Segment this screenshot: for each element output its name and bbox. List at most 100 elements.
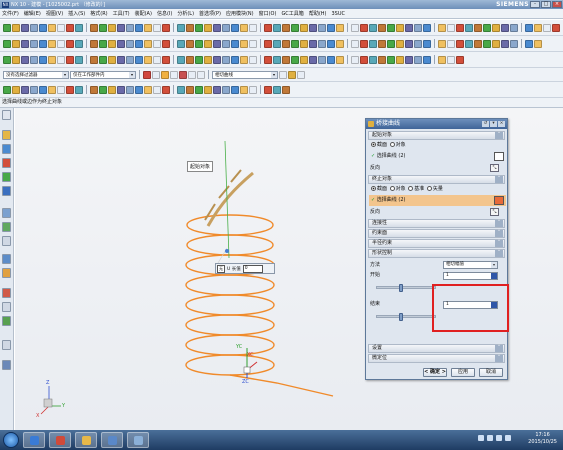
toolbar-command-icon[interactable]	[117, 39, 125, 48]
menu-information[interactable]: 信息(I)	[157, 10, 172, 17]
menu-tools[interactable]: 工具(T)	[113, 10, 130, 17]
toolbar-command-icon[interactable]	[273, 23, 281, 32]
toolbar-command-icon[interactable]	[351, 23, 359, 32]
toolbar-command-icon[interactable]	[222, 55, 230, 64]
deselect-icon[interactable]	[152, 70, 160, 79]
constraint-navigator-icon[interactable]	[2, 158, 11, 168]
reverse-direction-icon[interactable]: ⤡	[490, 164, 499, 172]
toolbar-command-icon[interactable]	[309, 55, 317, 64]
minimize-button[interactable]: -	[530, 1, 540, 8]
taskbar-app-2[interactable]	[49, 432, 71, 448]
toolbar-command-icon[interactable]	[153, 55, 161, 64]
web-browser-icon[interactable]	[2, 186, 11, 196]
end-magnitude-slider[interactable]	[376, 315, 436, 318]
toolbar-command-icon[interactable]	[264, 55, 272, 64]
toolbar-command-icon[interactable]	[3, 85, 11, 94]
toolbar-command-icon[interactable]	[186, 55, 194, 64]
history-icon[interactable]	[2, 208, 11, 218]
scope-filter-dropdown[interactable]: 仅在工作部件内 ▾	[70, 70, 136, 79]
toolbar-command-icon[interactable]	[387, 55, 395, 64]
maximize-button[interactable]: □	[541, 1, 551, 8]
toolbar-command-icon[interactable]	[162, 39, 170, 48]
end-vector-radio[interactable]	[426, 186, 432, 191]
toolbar-command-icon[interactable]	[162, 23, 170, 32]
toolbar-command-icon[interactable]	[447, 39, 455, 48]
toolbar-command-icon[interactable]	[3, 39, 11, 48]
toolbar-command-icon[interactable]	[39, 55, 47, 64]
toolbar-command-icon[interactable]	[249, 39, 257, 48]
toolbar-command-icon[interactable]	[291, 39, 299, 48]
toolbar-command-icon[interactable]	[30, 55, 38, 64]
system-clock[interactable]: 17:16 2015/10/25	[528, 432, 557, 446]
toolbar-command-icon[interactable]	[222, 39, 230, 48]
rectangle-select-icon[interactable]	[188, 70, 196, 79]
toolbar-command-icon[interactable]	[30, 39, 38, 48]
toolbar-command-icon[interactable]	[405, 23, 413, 32]
toolbar-command-icon[interactable]	[423, 55, 431, 64]
collapse-icon[interactable]: ▾	[490, 121, 497, 127]
toolbar-command-icon[interactable]	[525, 23, 533, 32]
toolbar-command-icon[interactable]	[291, 55, 299, 64]
toolbar-command-icon[interactable]	[510, 23, 518, 32]
toolbar-command-icon[interactable]	[90, 85, 98, 94]
start-magnitude-slider[interactable]	[376, 286, 436, 289]
toolbar-command-icon[interactable]	[273, 85, 281, 94]
section-connectivity[interactable]: 连接性 ˅	[368, 219, 505, 228]
end-datum-radio[interactable]	[408, 186, 414, 191]
menu-application[interactable]: 应用模块(N)	[226, 10, 254, 17]
toolbar-command-icon[interactable]	[57, 39, 65, 48]
toolbar-command-icon[interactable]	[273, 39, 281, 48]
toolbar-command-icon[interactable]	[12, 39, 20, 48]
section-radius-constraint[interactable]: 半径约束 ˅	[368, 239, 505, 248]
toolbar-command-icon[interactable]	[543, 23, 551, 32]
toolbar-command-icon[interactable]	[21, 55, 29, 64]
toolbar-command-icon[interactable]	[231, 39, 239, 48]
toolbar-command-icon[interactable]	[474, 23, 482, 32]
toolbar-command-icon[interactable]	[126, 39, 134, 48]
toolbar-command-icon[interactable]	[309, 23, 317, 32]
end-slider-thumb[interactable]	[399, 313, 403, 321]
gear-icon[interactable]	[2, 110, 11, 120]
taskbar-app-1[interactable]	[23, 432, 45, 448]
toolbar-command-icon[interactable]	[231, 55, 239, 64]
toolbar-command-icon[interactable]	[396, 23, 404, 32]
menu-3suc[interactable]: 3SUC	[331, 11, 345, 17]
toolbar-command-icon[interactable]	[264, 23, 272, 32]
toolbar-command-icon[interactable]	[525, 39, 533, 48]
end-section-radio[interactable]	[371, 186, 376, 191]
toolbar-command-icon[interactable]	[360, 55, 368, 64]
toolbar-command-icon[interactable]	[291, 23, 299, 32]
system-materials-icon[interactable]	[2, 222, 11, 232]
toolbar-command-icon[interactable]	[126, 23, 134, 32]
volume-icon[interactable]	[487, 435, 493, 441]
taskbar-app-5[interactable]	[127, 432, 149, 448]
toolbar-command-icon[interactable]	[240, 55, 248, 64]
menu-gc-toolkit[interactable]: GC工具箱	[281, 10, 303, 17]
toolbar-command-icon[interactable]	[327, 23, 335, 32]
toolbar-command-icon[interactable]	[249, 23, 257, 32]
hd3d-tools-icon[interactable]	[2, 288, 11, 298]
toolbar-command-icon[interactable]	[438, 55, 446, 64]
toolbar-command-icon[interactable]	[99, 39, 107, 48]
toolbar-command-icon[interactable]	[414, 39, 422, 48]
menu-insert[interactable]: 插入(S)	[68, 10, 85, 17]
toolbar-command-icon[interactable]	[318, 23, 326, 32]
toolbar-command-icon[interactable]	[492, 23, 500, 32]
part-navigator-icon[interactable]	[2, 130, 11, 140]
menu-assemblies[interactable]: 装配(A)	[135, 10, 152, 17]
dialog-close-icon[interactable]: ×	[498, 121, 505, 127]
toolbar-command-icon[interactable]	[162, 85, 170, 94]
toolbar-command-icon[interactable]	[204, 55, 212, 64]
toolbar-command-icon[interactable]	[336, 55, 344, 64]
toolbar-command-icon[interactable]	[204, 23, 212, 32]
toolbar-command-icon[interactable]	[369, 55, 377, 64]
reverse-direction-icon[interactable]: ⤡	[490, 208, 499, 216]
taskbar-app-4[interactable]	[101, 432, 123, 448]
toolbar-command-icon[interactable]	[90, 55, 98, 64]
toolbar-command-icon[interactable]	[66, 39, 74, 48]
toolbar-command-icon[interactable]	[465, 23, 473, 32]
toolbar-command-icon[interactable]	[177, 55, 185, 64]
end-object-radio[interactable]	[389, 186, 395, 191]
toolbar-command-icon[interactable]	[144, 23, 152, 32]
toolbar-command-icon[interactable]	[186, 85, 194, 94]
